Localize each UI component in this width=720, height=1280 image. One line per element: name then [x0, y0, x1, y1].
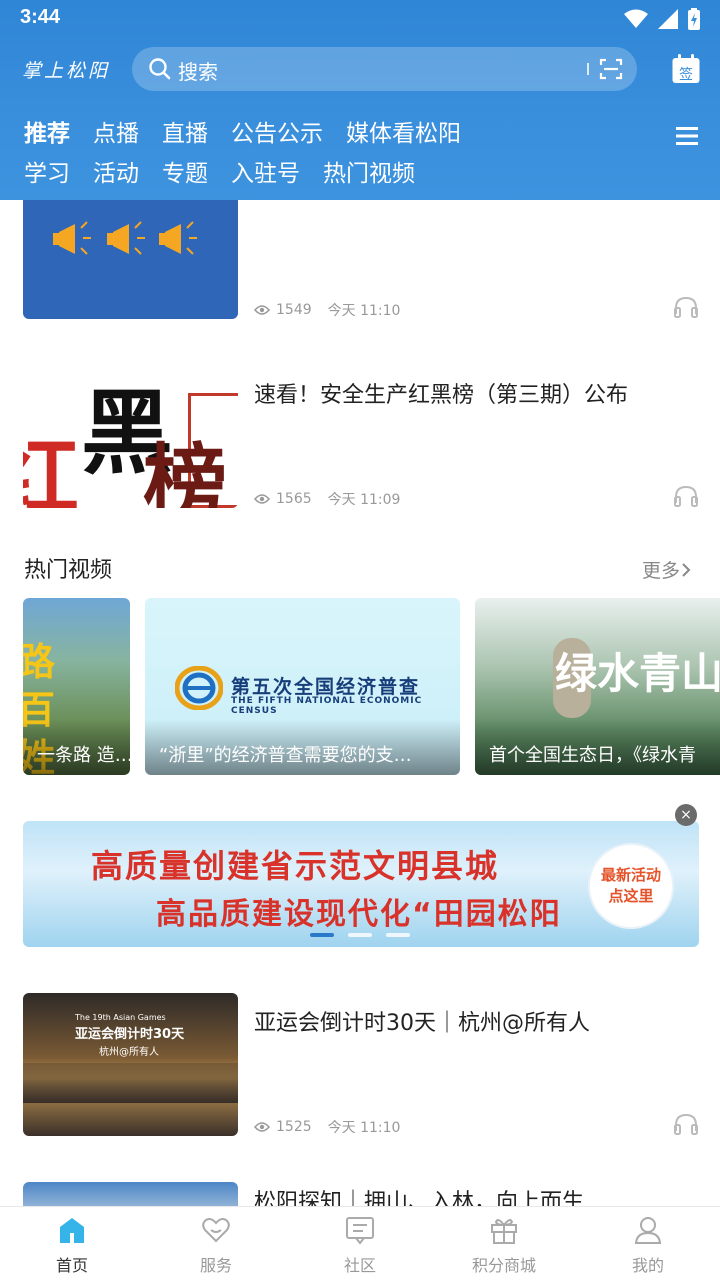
- video-card[interactable]: 第五次全国经济普查 THE FIFTH NATIONAL ECONOMIC CE…: [145, 598, 460, 775]
- section-title-hot-videos: 热门视频: [24, 558, 113, 583]
- user-icon: [634, 1217, 662, 1244]
- publish-time: 今天 11:09: [327, 492, 401, 508]
- app-logo: 掌上松阳: [22, 60, 111, 82]
- search-divider: [587, 63, 589, 75]
- more-link[interactable]: 更多: [642, 556, 692, 583]
- tab-live[interactable]: 直播: [162, 114, 208, 148]
- promo-label: 最新活动: [600, 866, 661, 884]
- thumbnail-text: The 19th Asian Games: [75, 1013, 166, 1022]
- nav-services[interactable]: 服务: [144, 1207, 288, 1280]
- video-caption: 首个全国生态日，《绿水青: [475, 719, 720, 775]
- tab-activities[interactable]: 活动: [93, 154, 139, 188]
- view-count: 1565: [276, 491, 312, 507]
- carousel-dot[interactable]: [310, 933, 334, 937]
- video-caption: “浙里”的经济普查需要您的支…: [145, 719, 460, 775]
- news-meta: 1549 今天 11:10: [254, 300, 400, 320]
- news-title[interactable]: 亚运会倒计时30天｜杭州@所有人: [254, 1005, 590, 1037]
- wifi-icon: [624, 9, 648, 28]
- bottom-navigation: 首页 服务 社区 积分商城 我的: [0, 1206, 720, 1280]
- list-item[interactable]: 黑 红 榜 速看！安全生产红黑榜（第三期）公布 1565 今天 11:09: [23, 365, 699, 515]
- view-count: 1525: [276, 1119, 312, 1135]
- app-screen: 3:44 掌上松阳 搜索 签 推荐 点播 直播 公告公示 媒体看松阳 学习 活动…: [0, 0, 720, 1280]
- video-caption: 一条路 造…: [23, 719, 130, 775]
- tab-vod[interactable]: 点播: [93, 114, 139, 148]
- view-count: 1549: [276, 302, 312, 318]
- eye-icon: [254, 305, 270, 315]
- channel-tabs-row-2: 学习 活动 专题 入驻号 热门视频: [24, 154, 438, 188]
- tab-media-view[interactable]: 媒体看松阳: [346, 114, 461, 148]
- news-title[interactable]: 速看！安全生产红黑榜（第三期）公布: [254, 377, 628, 409]
- headphones-icon[interactable]: [673, 296, 699, 318]
- nav-label: 服务: [199, 1256, 232, 1275]
- banner-subheadline: 高品质建设现代化“田园松阳: [156, 897, 562, 932]
- battery-icon: [688, 8, 700, 30]
- headphones-icon[interactable]: [673, 1113, 699, 1135]
- svg-text:签: 签: [679, 66, 693, 83]
- video-card[interactable]: 绿水青山 首个全国生态日，《绿水青: [475, 598, 720, 775]
- news-thumbnail: The 19th Asian Games 亚运会倒计时30天 杭州@所有人: [23, 993, 238, 1136]
- chat-icon: [346, 1217, 374, 1245]
- tab-topics[interactable]: 专题: [162, 154, 208, 188]
- more-label: 更多: [642, 560, 681, 582]
- headphones-icon[interactable]: [673, 485, 699, 507]
- carousel-indicator: [310, 933, 410, 937]
- search-bar[interactable]: 搜索: [132, 47, 637, 91]
- thumbnail-text: 榜: [143, 434, 228, 508]
- channel-tabs-row-1: 推荐 点播 直播 公告公示 媒体看松阳: [24, 114, 484, 148]
- gift-icon: [491, 1219, 517, 1244]
- home-icon: [60, 1218, 84, 1243]
- status-time: 3:44: [20, 6, 61, 28]
- signal-icon: [658, 9, 678, 29]
- latest-activity-button[interactable]: 最新活动 点这里: [588, 843, 674, 929]
- nav-label: 首页: [55, 1256, 88, 1275]
- eye-icon: [254, 1122, 270, 1132]
- news-thumbnail: 黑 红 榜: [23, 365, 238, 508]
- heart-icon: [202, 1218, 230, 1243]
- video-card[interactable]: 路 百姓 一条路 造…: [23, 598, 130, 775]
- nav-home[interactable]: 首页: [0, 1207, 144, 1280]
- list-item[interactable]: The 19th Asian Games 亚运会倒计时30天 杭州@所有人 亚运…: [23, 993, 699, 1143]
- tab-accounts[interactable]: 入驻号: [231, 154, 300, 188]
- nav-label: 我的: [631, 1256, 664, 1275]
- thumbnail-text: 亚运会倒计时30天: [75, 1027, 185, 1042]
- tab-announcements[interactable]: 公告公示: [231, 114, 323, 148]
- thumbnail-text: 杭州@所有人: [99, 1047, 159, 1058]
- census-logo-icon: [175, 666, 223, 710]
- top-header: 3:44 掌上松阳 搜索 签 推荐 点播 直播 公告公示 媒体看松阳 学习 活动…: [0, 0, 720, 200]
- scan-icon[interactable]: [599, 58, 623, 80]
- sign-in-calendar-icon[interactable]: 签: [671, 53, 701, 89]
- eye-icon: [254, 494, 270, 504]
- nav-profile[interactable]: 我的: [576, 1207, 720, 1280]
- chevron-right-icon: [682, 562, 691, 577]
- skyline-shade: [23, 1063, 238, 1103]
- search-icon: [149, 58, 171, 80]
- video-art-text: 绿水青山: [555, 649, 720, 698]
- search-input[interactable]: 搜索: [178, 56, 218, 85]
- status-bar: 3:44: [0, 0, 720, 38]
- tab-recommend[interactable]: 推荐: [24, 114, 70, 148]
- news-meta: 1565 今天 11:09: [254, 489, 400, 509]
- tab-study[interactable]: 学习: [24, 154, 70, 188]
- tab-hot-videos[interactable]: 热门视频: [323, 154, 415, 188]
- status-icons: [624, 8, 700, 30]
- nav-community[interactable]: 社区: [288, 1207, 432, 1280]
- promo-banner[interactable]: 高质量创建省示范文明县城 高品质建设现代化“田园松阳 最新活动 点这里: [23, 821, 699, 947]
- carousel-dot[interactable]: [348, 933, 372, 937]
- close-banner-button[interactable]: ×: [675, 804, 697, 826]
- nav-points-mall[interactable]: 积分商城: [432, 1207, 576, 1280]
- nav-label: 积分商城: [471, 1256, 536, 1275]
- menu-icon[interactable]: [676, 126, 698, 146]
- carousel-dot[interactable]: [386, 933, 410, 937]
- nav-label: 社区: [343, 1256, 376, 1275]
- news-meta: 1525 今天 11:10: [254, 1117, 400, 1137]
- publish-time: 今天 11:10: [327, 303, 401, 319]
- promo-label: 点这里: [608, 887, 654, 905]
- publish-time: 今天 11:10: [327, 1120, 401, 1136]
- banner-headline: 高质量创建省示范文明县城: [91, 847, 500, 885]
- video-art-subtext: THE FIFTH NATIONAL ECONOMIC CENSUS: [231, 696, 423, 716]
- thumbnail-text: 红: [23, 427, 79, 508]
- video-art-text: 第五次全国经济普查: [231, 676, 421, 698]
